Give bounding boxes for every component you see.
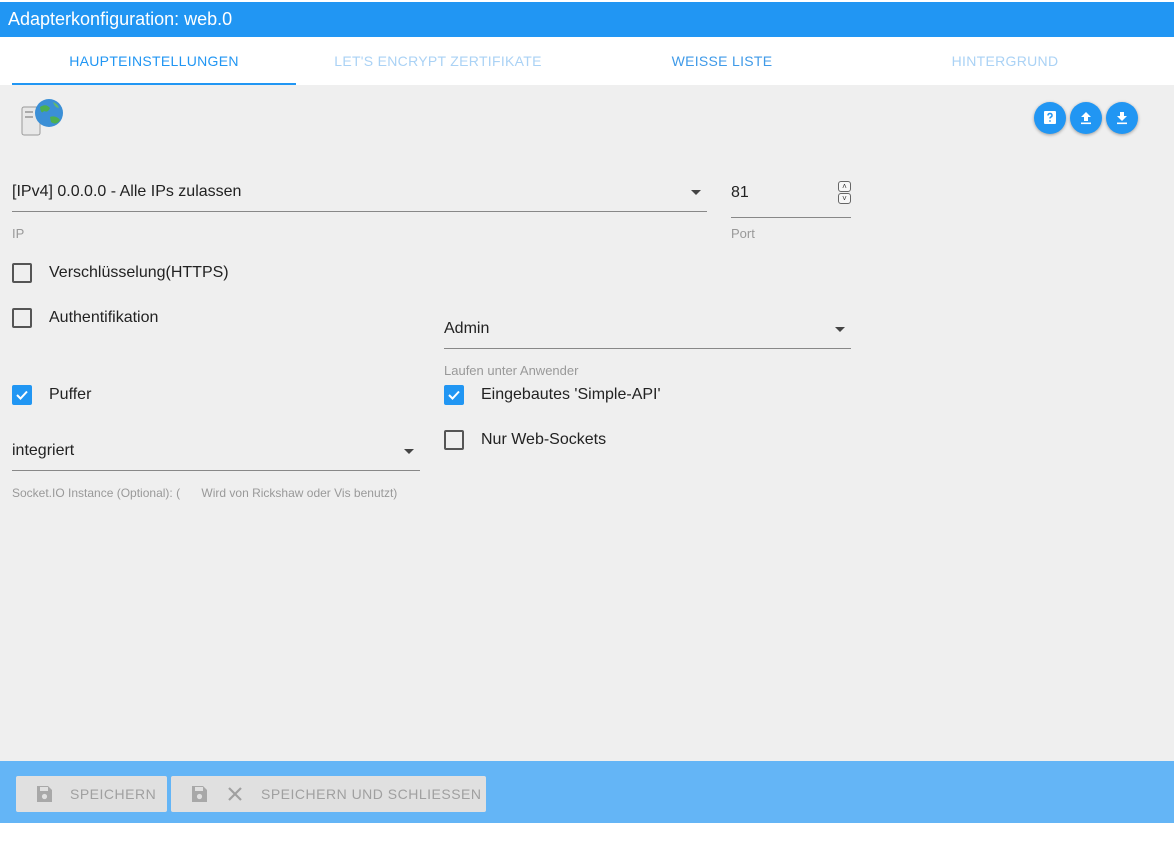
checkbox-unchecked-icon[interactable] [12, 263, 32, 283]
checkbox-checked-icon[interactable] [12, 385, 32, 405]
tab-bar: Haupteinstellungen Let's Encrypt Zertifi… [0, 37, 1174, 85]
https-label: Verschlüsselung(HTTPS) [49, 264, 229, 281]
https-checkbox[interactable]: Verschlüsselung(HTTPS) [12, 261, 229, 285]
socketio-select[interactable]: integriert [12, 436, 420, 471]
upload-button[interactable] [1070, 102, 1102, 134]
save-and-close-label: Speichern und schliessen [261, 786, 482, 802]
ip-label: IP [12, 226, 25, 241]
download-button[interactable] [1106, 102, 1138, 134]
window-title-bar: Adapterkonfiguration: web.0 [0, 2, 1174, 37]
tab-main-settings[interactable]: Haupteinstellungen [12, 37, 296, 85]
help-icon [1044, 111, 1056, 124]
chevron-down-icon[interactable]: ˅ [838, 193, 851, 204]
footer-bar: Speichern Speichern und schliessen [0, 761, 1174, 823]
chevron-down-icon [404, 449, 414, 454]
save-icon [189, 784, 209, 804]
simple-api-checkbox[interactable]: Eingebautes 'Simple-API' [444, 383, 661, 407]
settings-panel: [IPv4] 0.0.0.0 - Alle IPs zulassen IP 81… [0, 85, 1174, 761]
port-input[interactable]: 81 [731, 176, 851, 218]
port-value: 81 [731, 184, 749, 201]
window-title: Adapterkonfiguration: web.0 [8, 9, 233, 29]
chevron-down-icon [691, 190, 701, 195]
run-as-user-select[interactable]: Admin [444, 314, 851, 349]
download-icon [1117, 112, 1127, 125]
chevron-up-icon[interactable]: ˄ [838, 181, 851, 192]
web-sockets-label: Nur Web-Sockets [481, 431, 607, 448]
tab-background[interactable]: Hintergrund [864, 37, 1146, 85]
cache-checkbox[interactable]: Puffer [12, 383, 91, 407]
checkbox-checked-icon[interactable] [444, 385, 464, 405]
socketio-label: Socket.IO Instance (Optional): ( Wird vo… [12, 486, 398, 500]
tab-lets-encrypt[interactable]: Let's Encrypt Zertifikate [296, 37, 580, 85]
auth-label: Authentifikation [49, 309, 159, 326]
port-label: Port [731, 226, 755, 241]
save-and-close-button[interactable]: Speichern und schliessen [171, 776, 486, 812]
save-button[interactable]: Speichern [16, 776, 167, 812]
close-icon [227, 786, 243, 802]
simple-api-label: Eingebautes 'Simple-API' [481, 386, 661, 403]
adapter-logo-icon [20, 97, 66, 137]
save-button-label: Speichern [70, 786, 157, 802]
save-icon [34, 784, 54, 804]
checkbox-unchecked-icon[interactable] [444, 430, 464, 450]
help-button[interactable] [1034, 102, 1066, 134]
socketio-value: integriert [12, 442, 75, 459]
ip-select[interactable]: [IPv4] 0.0.0.0 - Alle IPs zulassen [12, 177, 707, 212]
checkbox-unchecked-icon[interactable] [12, 308, 32, 328]
cache-label: Puffer [49, 386, 92, 403]
ip-select-value: [IPv4] 0.0.0.0 - Alle IPs zulassen [12, 183, 242, 200]
chevron-down-icon [835, 327, 845, 332]
tab-whitelist[interactable]: Weisse Liste [580, 37, 864, 85]
upload-icon [1081, 112, 1091, 125]
run-as-value: Admin [444, 320, 490, 337]
web-sockets-checkbox[interactable]: Nur Web-Sockets [444, 428, 606, 452]
port-stepper[interactable]: ˄ ˅ [838, 181, 851, 205]
run-as-label: Laufen unter Anwender [444, 363, 579, 378]
auth-checkbox[interactable]: Authentifikation [12, 306, 158, 330]
